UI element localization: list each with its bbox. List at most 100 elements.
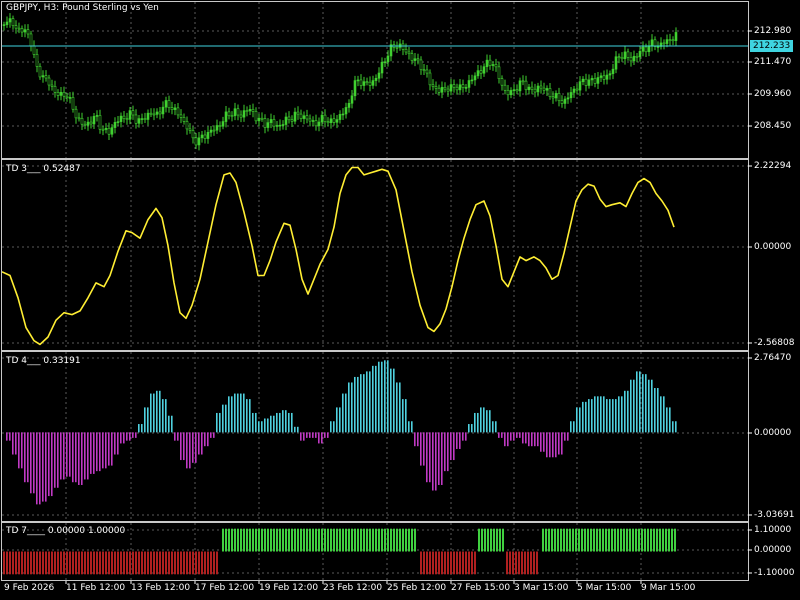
td4-bar [672,421,674,433]
candle-body [272,119,276,127]
td4-bar [33,432,35,494]
candle-body [587,79,591,86]
td7-bar [602,528,604,552]
td4-bar [330,421,332,433]
candle-body [527,86,531,91]
time-tick: 9 Mar 15:00 [641,583,696,593]
td7-bar [512,551,514,575]
td4-bar [288,412,290,433]
candle-body [332,118,336,123]
td4-bar [561,432,563,455]
td7-bar [66,551,68,575]
td4-bar [468,424,470,433]
candle-body [485,59,489,67]
candle-body [284,116,288,125]
td7-bar [288,528,290,552]
td7-bar [12,551,14,575]
td4-bar [582,401,584,433]
td7-bar [237,528,239,552]
td7-bar [647,528,649,552]
td7-bar [105,551,107,575]
td4-bar [30,432,32,494]
td7-bar [432,551,434,575]
candle-body [89,121,93,125]
td7-bar [393,528,395,552]
candle-body [179,114,183,118]
td4-bar [519,432,521,438]
td7-bar [75,551,77,575]
candle-body [305,115,309,120]
candle-body [329,118,333,124]
td7-bar [563,528,565,552]
candle-body [80,118,84,125]
td7-bar [402,528,404,552]
td4-bar [102,432,104,469]
td4-bar [372,365,374,433]
td4-bar [480,407,482,433]
td4-bar [462,432,464,441]
td4-bar [99,432,101,472]
td4-bar [543,432,545,452]
td7-bar [342,528,344,552]
candle-body [368,81,372,86]
candle-body [71,97,75,110]
td7-bar [638,528,640,552]
td4-pane[interactable] [6,360,677,505]
td4-bar [348,382,350,433]
td4-bar [48,432,50,497]
candle-body [11,18,15,26]
td4-bar [483,407,485,433]
td4-bar [72,432,74,483]
price-pane[interactable] [2,13,748,151]
td4-bar [51,432,53,497]
candle-body [602,75,606,80]
td4-bar [237,393,239,433]
td7-bar [39,551,41,575]
td4-bar [210,432,212,438]
candle-body [449,84,453,92]
td4-bar [459,432,461,449]
td4-bar [270,415,272,433]
candle-body [26,29,30,35]
td4-bar [501,432,503,438]
candle-body [443,86,447,90]
td7-bar [45,551,47,575]
candle-body [101,128,105,131]
chart-canvas[interactable] [0,0,800,600]
td4-bar [87,432,89,480]
candle-body [236,108,240,116]
td7-bar [138,551,140,575]
candle-body [68,97,72,99]
td7-bar [536,551,538,575]
candle-body [239,114,243,118]
candle-body [545,88,549,91]
td7-bar [478,528,480,552]
candle-body [98,115,102,130]
td7-bar [490,528,492,552]
td7-bar [195,551,197,575]
td7-bar [420,551,422,575]
td4-bar [342,393,344,433]
td4-bar [300,432,302,441]
td4-bar [486,410,488,433]
candle-body [8,18,12,23]
td4-bar [249,399,251,433]
td4-bar [42,432,44,502]
price-tick: 212.980 [754,26,792,36]
td7-bar [484,528,486,552]
td7-bar [360,528,362,552]
price-tick: 211.470 [754,57,792,67]
td4-bar [297,426,299,433]
candle-body [377,72,381,79]
candle-body [341,113,345,116]
candle-body [554,93,558,99]
td4-bar [621,396,623,433]
td4-bar [507,432,509,447]
td3-tick: 0.00000 [754,242,792,252]
td4-bar [90,432,92,474]
td4-bar [576,407,578,433]
td3-pane[interactable] [1,166,675,346]
candle-body [344,107,348,115]
td4-bar [402,399,404,433]
candle-body [215,125,219,131]
